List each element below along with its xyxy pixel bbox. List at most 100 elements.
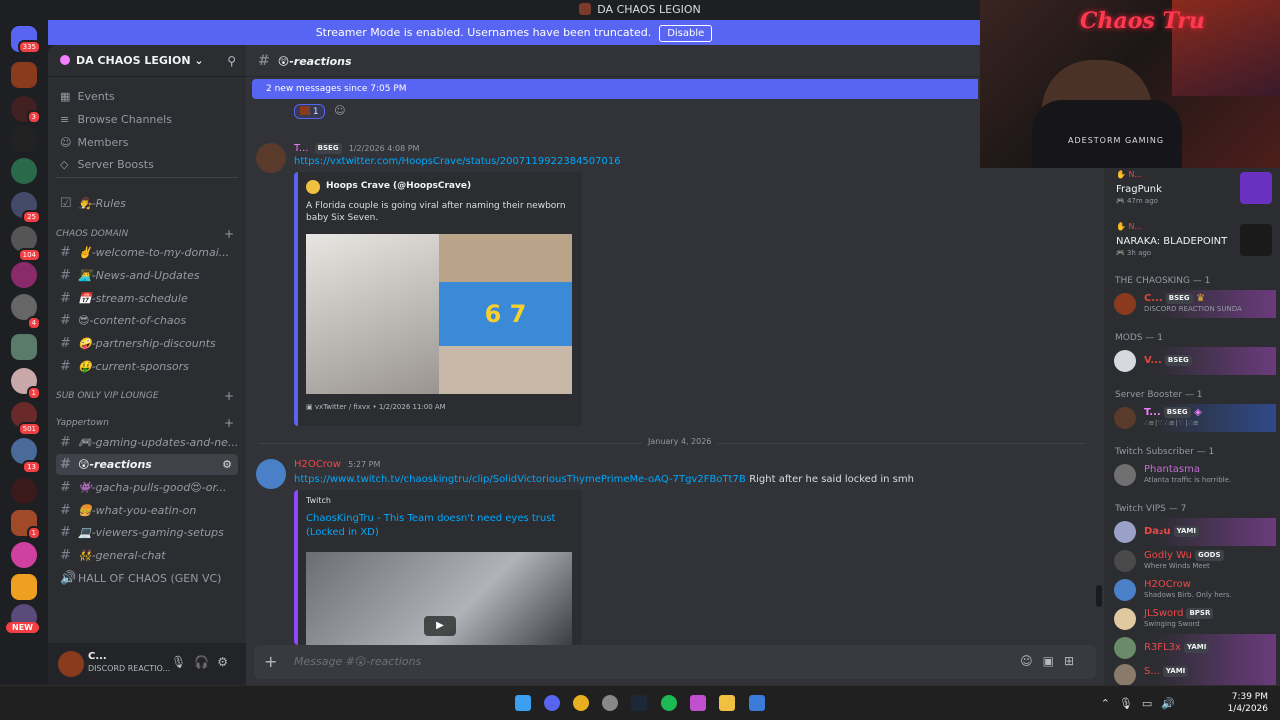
member-row[interactable]: R3FL3x YAMI [1104, 634, 1276, 662]
embed-image[interactable]: 6 7 [306, 234, 572, 394]
spotify-icon[interactable] [661, 695, 677, 711]
member-row[interactable]: S... YAMI [1104, 661, 1276, 686]
avatar[interactable] [256, 143, 286, 173]
chevron-up-icon[interactable]: ⌃ [1101, 697, 1119, 710]
channel-settings-icon[interactable]: ⚙ [222, 454, 232, 475]
server-icon[interactable] [11, 478, 37, 504]
member-status: ∴≡∣∵ ∴≡∣∵ ∣∴≡ [1144, 419, 1199, 427]
gear-icon[interactable]: ⚙ [217, 655, 236, 669]
disable-button[interactable]: Disable [659, 25, 713, 42]
add-reaction-icon[interactable]: ☺ [334, 104, 345, 117]
member-row[interactable]: H2OCrow Shadows Birb. Only hers. [1104, 576, 1276, 604]
play-icon[interactable]: ▶ [424, 616, 456, 636]
activity-card[interactable]: ✋ N... NARAKA: BLADEPOINT 🎮 3h ago [1112, 222, 1274, 266]
message-link[interactable]: https://www.twitch.tv/chaoskingtru/clip/… [294, 474, 746, 485]
store-icon[interactable] [749, 695, 765, 711]
message-input[interactable]: Message #😲-reactions [294, 655, 421, 668]
member-name: H2OCrow [1144, 579, 1191, 590]
server-icon[interactable] [11, 574, 37, 600]
member-row[interactable]: T... BSEG ◈ ∴≡∣∵ ∴≡∣∵ ∣∴≡ [1104, 404, 1276, 432]
obs-icon[interactable] [602, 695, 618, 711]
channel-item[interactable]: # 👨‍💻-News-and-Updates [56, 265, 238, 286]
channel-item[interactable]: # 👯-general-chat [56, 545, 238, 566]
hash-icon: # [258, 53, 270, 69]
avatar [1114, 550, 1136, 572]
controller-icon: 🎮 [1116, 249, 1125, 257]
member-row[interactable]: Godly Wu GODS Where Winds Meet [1104, 547, 1276, 575]
video-thumbnail[interactable]: ▶ [306, 552, 572, 645]
file-explorer-icon[interactable] [719, 695, 735, 711]
new-messages-bar[interactable]: 2 new messages since 7:05 PM [252, 79, 978, 99]
system-clock[interactable]: 7:39 PM 1/4/2026 [1228, 691, 1268, 715]
add-channel-icon[interactable]: + [224, 415, 234, 431]
nav-events[interactable]: ▦ Events [56, 87, 238, 107]
nav-label: Events [77, 90, 115, 103]
avatar [1114, 407, 1136, 429]
add-attachment-icon[interactable]: + [264, 652, 277, 671]
channel-item[interactable]: # 👾-gacha-pulls-good😍-or... [56, 477, 238, 498]
scrollbar[interactable] [1096, 585, 1102, 607]
voice-channel[interactable]: 🔊 HALL OF CHAOS (GEN VC) [56, 568, 238, 589]
channel-item[interactable]: # 🤪-partnership-discounts [56, 333, 238, 354]
server-icon[interactable] [11, 542, 37, 568]
activity-card[interactable]: ✋ N... FragPunk 🎮 47m ago [1112, 170, 1274, 214]
link-embed: Hoops Crave (@HoopsCrave) A Florida coup… [294, 172, 582, 426]
message-link[interactable]: https://vxtwitter.com/HoopsCrave/status/… [294, 156, 621, 167]
member-row[interactable]: V... BSEG [1104, 347, 1276, 375]
author-name[interactable]: T... [294, 143, 308, 154]
reaction-pill[interactable]: 1 [294, 104, 325, 119]
channel-rules[interactable]: ☑ 👨‍⚖️-Rules [56, 193, 238, 214]
message-composer[interactable]: + Message #😲-reactions ☺▣⊞ [254, 645, 1096, 679]
member-row[interactable]: Da₂u YAMI [1104, 518, 1276, 546]
nav-server-boosts[interactable]: ◇ Server Boosts [56, 155, 238, 175]
add-channel-icon[interactable]: + [224, 388, 234, 404]
chrome-icon[interactable] [573, 695, 589, 711]
emoji-icon[interactable]: ☺ [1020, 654, 1043, 668]
discord-icon[interactable] [544, 695, 560, 711]
server-icon[interactable] [11, 262, 37, 288]
server-icon[interactable] [11, 126, 37, 152]
member-row[interactable]: Phantasma Atlanta traffic is horrible. [1104, 461, 1276, 489]
steam-icon[interactable] [631, 695, 647, 711]
category-yappertown[interactable]: Yappertown + [56, 415, 238, 431]
headphones-icon[interactable]: 🎧 [194, 655, 217, 669]
gif-icon[interactable]: ▣ [1043, 654, 1064, 668]
copilot-icon[interactable] [690, 695, 706, 711]
add-channel-icon[interactable]: + [224, 226, 234, 242]
channel-item[interactable]: # 🍔-what-you-eatin-on [56, 500, 238, 521]
nav-members[interactable]: ☺ Members [56, 133, 238, 153]
member-row[interactable]: JLSword BPSR Swinging Sword [1104, 605, 1276, 633]
volume-icon[interactable]: 🔊 [1161, 697, 1184, 710]
avatar[interactable] [58, 651, 84, 677]
server-icon[interactable] [11, 334, 37, 360]
channel-item[interactable]: # 💻-viewers-gaming-setups [56, 522, 238, 543]
member-row[interactable]: C... BSEG ♛ DISCORD REACTION SUNDA [1104, 290, 1276, 318]
nav-browse-channels[interactable]: ≡ Browse Channels [56, 110, 238, 130]
guild-header[interactable]: DA CHAOS LEGION ⌄ ⚲ [48, 45, 246, 77]
microphone-icon[interactable]: 🎙 [1119, 697, 1142, 710]
date-divider: January 4, 2026 [258, 437, 1086, 446]
author-name[interactable]: H2OCrow [294, 459, 341, 470]
embed-author[interactable]: Hoops Crave (@HoopsCrave) [326, 181, 471, 191]
windows-start-icon[interactable] [515, 695, 531, 711]
new-badge[interactable]: NEW [6, 622, 39, 633]
user-panel: C... DISCORD REACTIO... 🎙🎧⚙ [48, 643, 246, 685]
embed-title[interactable]: ChaosKingTru - This Team doesn't need ey… [306, 512, 556, 540]
channel-item[interactable]: # 🤑-current-sponsors [56, 356, 238, 377]
server-icon[interactable] [11, 158, 37, 184]
network-icon[interactable]: ▭ [1142, 697, 1161, 710]
apps-icon[interactable]: ⊞ [1064, 654, 1084, 668]
category-chaos-domain[interactable]: CHAOS DOMAIN + [56, 226, 238, 242]
microphone-icon[interactable]: 🎙 [171, 655, 194, 669]
channel-item[interactable]: # ✌️-welcome-to-my-domai... [56, 242, 238, 263]
member-name-row: R3FL3x YAMI [1144, 642, 1210, 653]
channel-item[interactable]: # 🎮-gaming-updates-and-ne... [56, 432, 238, 453]
activity-time-label: 47m ago [1126, 197, 1158, 205]
server-icon-chaos-legion[interactable] [11, 62, 37, 88]
invite-people-icon[interactable]: ⚲ [227, 45, 236, 77]
channel-item[interactable]: # 😎-content-of-chaos [56, 310, 238, 331]
channel-item-reactions[interactable]: # 😲-reactions ⚙ [56, 454, 238, 475]
channel-item[interactable]: # 📅-stream-schedule [56, 288, 238, 309]
category-sub-only-vip-lounge[interactable]: SUB ONLY VIP LOUNGE + [56, 388, 238, 404]
avatar[interactable] [256, 459, 286, 489]
